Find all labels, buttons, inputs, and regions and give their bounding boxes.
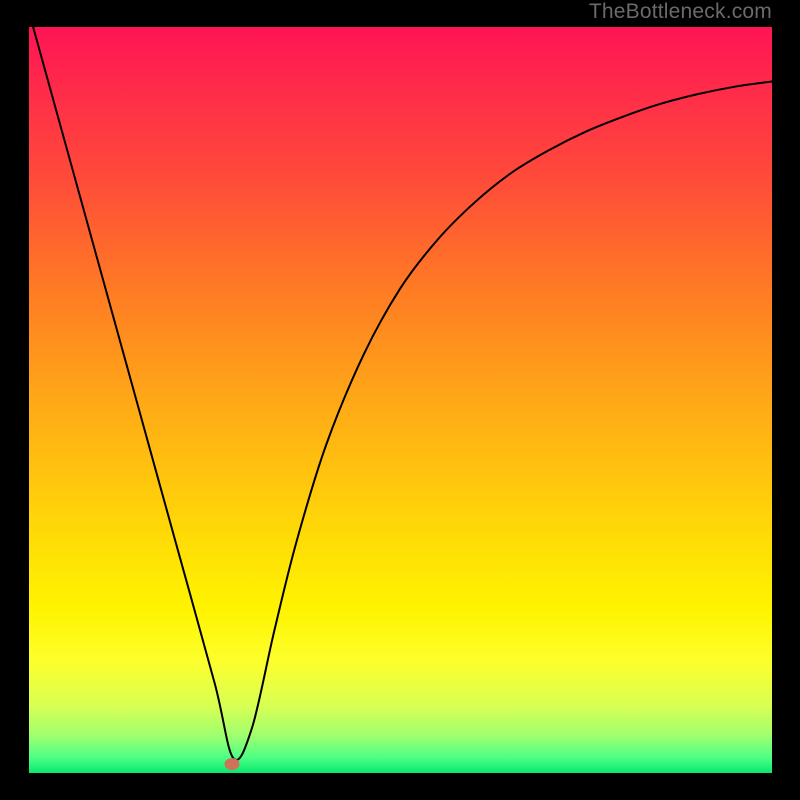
curve-layer [29, 27, 772, 773]
watermark-text: TheBottleneck.com [589, 0, 772, 24]
bottleneck-curve [29, 27, 772, 760]
minimum-marker-icon [224, 758, 239, 770]
chart-frame: TheBottleneck.com [0, 0, 800, 800]
plot-area [29, 27, 772, 773]
